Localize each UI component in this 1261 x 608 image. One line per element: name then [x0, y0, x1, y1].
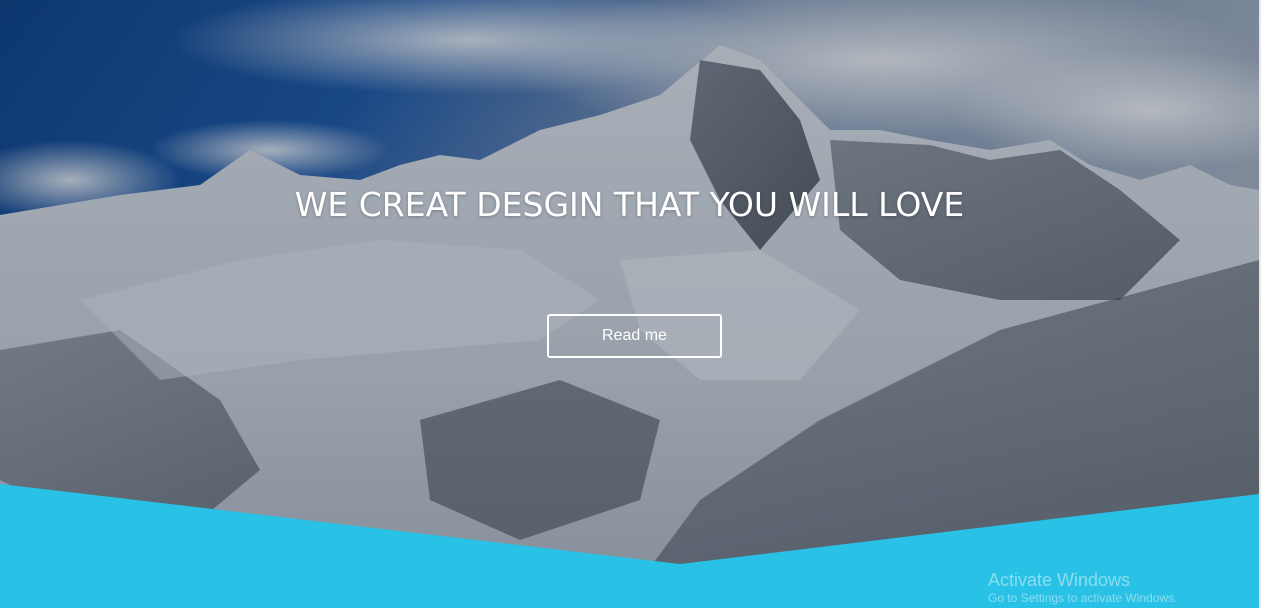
page: WE CREAT DESGIN THAT YOU WILL LOVE Read … [0, 0, 1261, 608]
windows-activation-watermark: Activate Windows Go to Settings to activ… [988, 570, 1177, 606]
read-me-button[interactable]: Read me [547, 314, 722, 358]
watermark-subtitle: Go to Settings to activate Windows. [988, 591, 1178, 605]
watermark-title: Activate Windows [988, 570, 1131, 590]
hero-title: WE CREAT DESGIN THAT YOU WILL LOVE [294, 185, 965, 224]
hero-section: WE CREAT DESGIN THAT YOU WILL LOVE Read … [0, 0, 1259, 608]
